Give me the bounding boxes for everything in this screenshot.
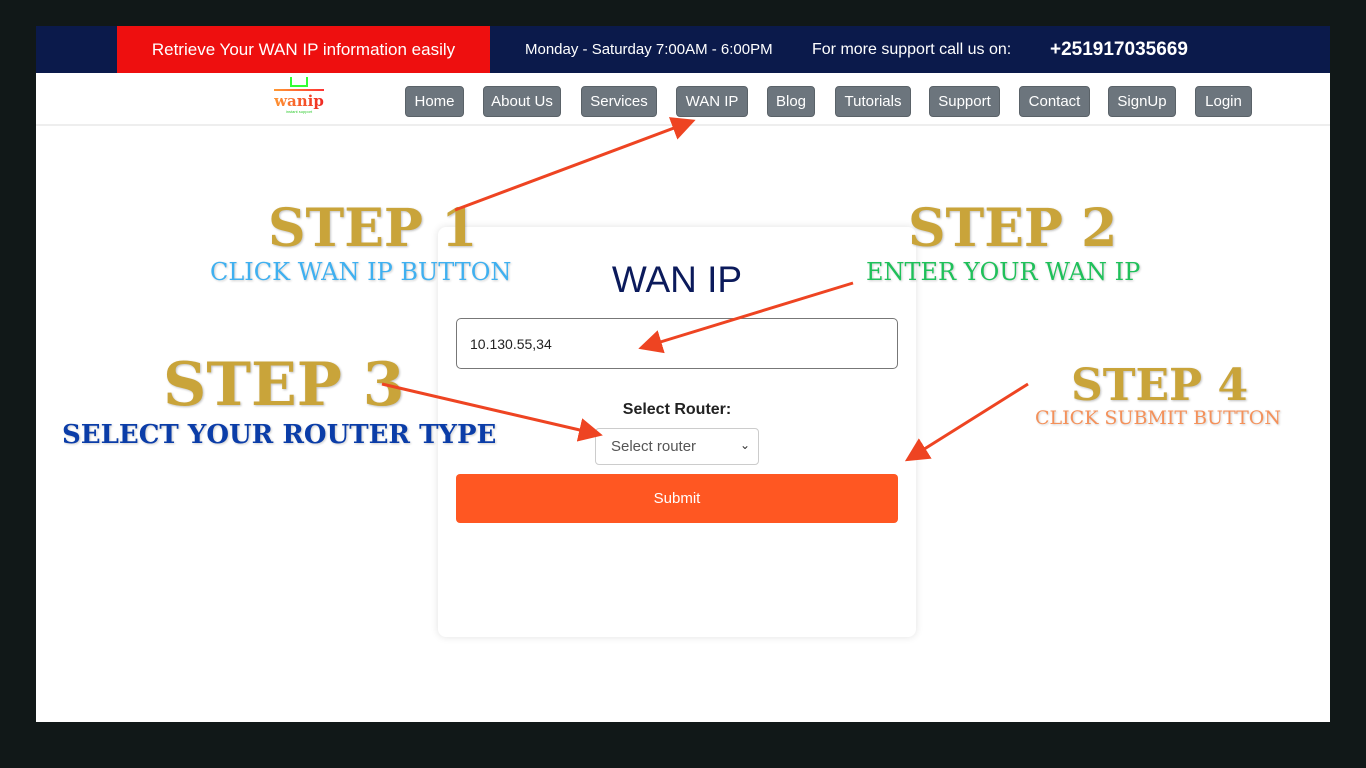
- arrow-step1: [454, 117, 696, 212]
- arrow-step4: [904, 382, 1029, 462]
- arrow-step3: [381, 382, 603, 442]
- arrow-step2: [638, 281, 854, 354]
- annotation-arrows: [381, 117, 1029, 462]
